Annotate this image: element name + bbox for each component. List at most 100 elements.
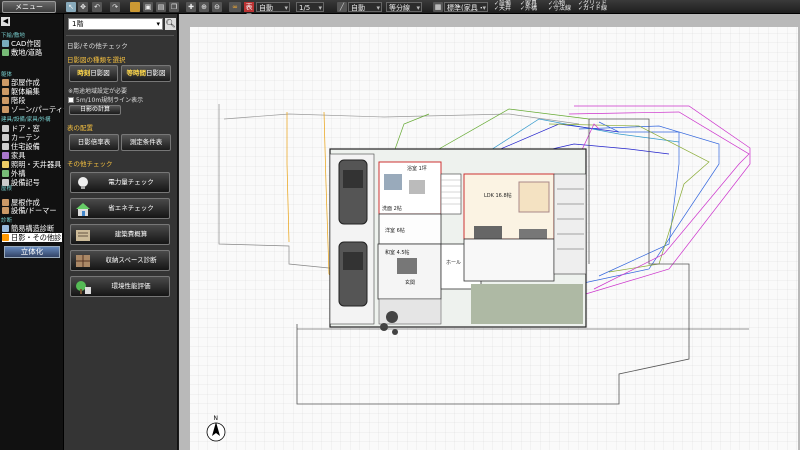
nav-item-label: 家具 — [11, 151, 26, 160]
drawing-canvas[interactable]: LDK 16.8帖 洋室 6帖 和室 4.5帖 浴室 1坪 洗面 2帖 玄関 ホ… — [179, 14, 800, 450]
fit-view-icon[interactable]: ✚ — [186, 2, 196, 12]
eco-check-button[interactable]: 省エネチェック — [70, 198, 170, 219]
nav-group-header: 診断 — [1, 218, 13, 224]
other-check-header: その他チェック — [67, 160, 113, 168]
power-check-button[interactable]: 電力量チェック — [70, 172, 170, 193]
curtain-icon — [2, 134, 9, 141]
kitchen-area — [518, 181, 550, 213]
nav-item[interactable]: 家具 — [2, 151, 62, 160]
nav-item-label: 躯体編集 — [11, 87, 40, 96]
nav-item-label: CAD作図 — [11, 39, 41, 48]
nav-item[interactable]: 日影・その他診断 — [2, 233, 69, 242]
environment-eval-button[interactable]: 環境性能評価 — [70, 276, 170, 297]
living-room — [463, 238, 555, 282]
dining-table-icon — [397, 258, 417, 274]
print-icon[interactable]: ▤ — [156, 2, 166, 12]
door-icon — [2, 125, 9, 132]
nav-item-label: 設備/ドーマー — [11, 206, 57, 215]
nav-item[interactable]: ゾーン/パーティション — [2, 105, 85, 114]
nav-item[interactable]: CAD作図 — [2, 39, 62, 48]
nav-item[interactable]: 設備/ドーマー — [2, 206, 62, 215]
scale-dropdown[interactable]: 1/5 ▾ — [296, 2, 324, 12]
nav-item-label: 階段 — [11, 96, 26, 105]
nav-item-label: 簡易構造診断 — [11, 224, 55, 233]
nav-item[interactable]: 照明・天井器具 — [2, 160, 62, 169]
layer-dropdown[interactable]: 標準(家具・設)▾ — [444, 2, 488, 22]
zoom-out-icon[interactable]: ⊖ — [212, 2, 222, 12]
main-toolbar: メニュー ↖ ✥ ↶ ↷ ▣ ▤ ❐ ✚ ⊕ ⊖ ∞ 表示 自動▾ 1/5▾ ╱… — [0, 0, 800, 22]
nav-item[interactable]: カーテン — [2, 133, 62, 142]
dimension-line-dropdown[interactable]: 等分線 ▾ — [386, 2, 422, 12]
cost-icon — [76, 230, 90, 241]
dormer-icon — [2, 207, 9, 214]
undo-icon[interactable]: ↶ — [92, 2, 102, 12]
eco-house-icon — [76, 203, 90, 216]
layout-header: 表の配置 — [67, 124, 93, 132]
zone-setting-note: ※用途地域設定が必要 — [68, 88, 128, 95]
room-icon — [2, 79, 9, 86]
nav-item-label: ドア・窓 — [11, 124, 40, 133]
pan-hand-icon[interactable]: ✥ — [78, 2, 88, 12]
nav-item[interactable]: 外構 — [2, 169, 62, 178]
car-windshield — [343, 252, 363, 270]
time-shadow-button[interactable]: 時刻日影図 — [69, 65, 118, 82]
ruler-icon[interactable]: ╱ — [337, 2, 347, 12]
stairs-icon — [2, 97, 9, 104]
regulation-line-checkbox[interactable]: 5m/10m規制ライン表示 — [68, 95, 143, 104]
roof-icon — [2, 199, 9, 206]
floor-dropdown[interactable]: 1階 ▾ — [68, 18, 163, 30]
environment-eval-label: 環境性能評価 — [111, 282, 151, 290]
nav-item-label: 敷地/道路 — [11, 48, 43, 57]
copy-icon[interactable]: ❐ — [169, 2, 179, 12]
nav-item[interactable]: 簡易構造診断 — [2, 224, 62, 233]
open-folder-icon[interactable] — [130, 2, 140, 12]
furniture-exterior-checks[interactable]: ✓家具 ✓外構 — [520, 1, 544, 12]
cost-estimate-button[interactable]: 建築費概算 — [70, 224, 170, 245]
garden-lawn — [471, 284, 583, 324]
collapse-panel-icon[interactable]: ◀ — [1, 17, 10, 26]
infinity-view-icon[interactable]: ∞ — [229, 2, 241, 12]
cost-estimate-label: 建築費概算 — [114, 230, 148, 238]
power-check-label: 電力量チェック — [108, 178, 154, 186]
divider — [66, 35, 174, 36]
solid-view-button[interactable]: 立体化 — [4, 246, 60, 258]
nav-item[interactable]: 敷地/道路 — [2, 48, 62, 57]
washer-icon — [409, 180, 425, 194]
isochrone-shadow-button[interactable]: 等時間日影図 — [121, 65, 171, 82]
nav-item[interactable]: 設備記号 — [2, 178, 62, 187]
panel-title: 日影/その他チェック — [67, 42, 128, 50]
small-dims-checks[interactable]: ✓小物 ✓寸法線 — [548, 1, 576, 12]
layer-icon[interactable]: ▦ — [433, 2, 443, 12]
equipment-icon — [2, 143, 9, 150]
shadow-table-button[interactable]: 日影倍率表 — [69, 134, 119, 151]
shadow-calc-button[interactable]: 日影の計算 — [69, 105, 121, 115]
storage-diagnosis-button[interactable]: 収納スペース診断 — [70, 250, 170, 271]
cad-icon — [2, 40, 9, 47]
menu-button[interactable]: メニュー — [2, 1, 56, 13]
grid-guide-checks[interactable]: ✓グリッド ✓ガイド線 — [578, 1, 610, 12]
zoom-in-icon[interactable]: ⊕ — [199, 2, 209, 12]
nav-item[interactable]: ドア・窓 — [2, 124, 62, 133]
auto-dropdown[interactable]: 自動 ▾ — [348, 2, 382, 12]
room-label: 洋室 6帖 — [385, 227, 405, 234]
eco-check-label: 省エネチェック — [108, 204, 154, 212]
redo-icon[interactable]: ↷ — [110, 2, 120, 12]
select-cursor-icon[interactable]: ↖ — [66, 2, 76, 12]
search-icon[interactable]: 🔍︎ — [165, 18, 176, 30]
display-mode-icon[interactable]: 表示 — [244, 2, 254, 21]
nav-group-header: 建具/設備/家具/外構 — [1, 117, 51, 123]
bathtub-icon — [384, 174, 402, 190]
nav-item[interactable]: 躯体編集 — [2, 87, 62, 96]
display-auto-dropdown[interactable]: 自動 ▾ — [256, 2, 290, 12]
nav-item[interactable]: 階段 — [2, 96, 62, 105]
save-icon[interactable]: ▣ — [143, 2, 153, 12]
exterior-icon — [2, 170, 9, 177]
nav-item[interactable]: 部屋作成 — [2, 78, 62, 87]
nav-group-header: 下絵/敷地 — [1, 33, 25, 39]
diagnosis-icon — [2, 225, 9, 232]
storage-diagnosis-label: 収納スペース診断 — [105, 256, 157, 264]
nav-item[interactable]: 住宅設備 — [2, 142, 62, 151]
condition-table-button[interactable]: 測定条件表 — [121, 134, 171, 151]
equip-ceiling-checks[interactable]: ✓設備 ✓天井 — [494, 1, 518, 12]
storage-icon — [76, 255, 90, 267]
